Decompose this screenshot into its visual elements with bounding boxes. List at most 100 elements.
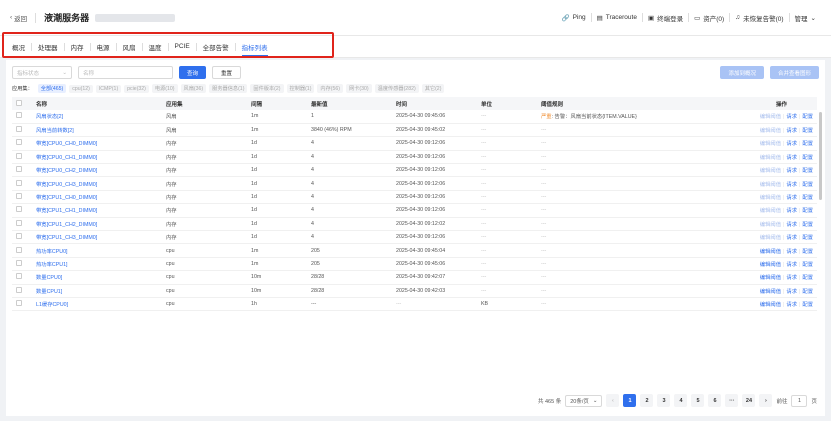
edit-threshold-link[interactable]: 编辑阈值: [760, 249, 781, 255]
edit-threshold-link[interactable]: 编辑阈值: [760, 262, 781, 268]
row-checkbox[interactable]: [16, 112, 22, 119]
metric-name[interactable]: 带宽[CPU1_CH3_DIMM0]: [32, 230, 162, 245]
ping-button[interactable]: 🔗 Ping: [556, 14, 590, 22]
appset-chip[interactable]: pcie(32): [124, 84, 149, 93]
appset-chip[interactable]: 风扇(36): [180, 84, 207, 93]
edit-threshold-link[interactable]: 编辑阈值: [760, 195, 781, 201]
admin-menu[interactable]: 管理 ⌄: [790, 13, 821, 23]
edit-threshold-link[interactable]: 编辑阈值: [760, 168, 781, 174]
appset-chip[interactable]: 服务器信息(1): [209, 84, 248, 93]
appset-chip[interactable]: 其它(2): [421, 84, 445, 93]
request-link[interactable]: 请求: [786, 249, 797, 255]
edit-threshold-link[interactable]: 编辑阈值: [760, 208, 781, 214]
next-page-button[interactable]: ›: [759, 394, 773, 407]
appset-chip[interactable]: 电源(10): [151, 84, 178, 93]
request-link[interactable]: 请求: [786, 155, 797, 161]
edit-threshold-link[interactable]: 编辑阈值: [760, 141, 781, 147]
traceroute-button[interactable]: ▤ Traceroute: [592, 14, 642, 22]
config-link[interactable]: 配置: [802, 168, 813, 174]
metric-name[interactable]: 带宽[CPU1_CH1_DIMM0]: [32, 203, 162, 218]
config-link[interactable]: 配置: [802, 195, 813, 201]
page-size-select[interactable]: 20条/页 ⌄: [565, 394, 603, 407]
request-link[interactable]: 请求: [786, 128, 797, 134]
appset-chip[interactable]: cpu(12): [69, 84, 93, 93]
config-link[interactable]: 配置: [802, 141, 813, 147]
metric-name[interactable]: 数量CPU0]: [32, 270, 162, 285]
page-button[interactable]: 6: [708, 394, 722, 407]
unresolved-alerts-button[interactable]: ♫ 未恢复告警(0): [730, 13, 788, 23]
row-checkbox[interactable]: [16, 273, 22, 280]
config-link[interactable]: 配置: [802, 235, 813, 241]
request-link[interactable]: 请求: [786, 222, 797, 228]
back-button[interactable]: ‹ 返回: [10, 13, 27, 23]
page-button[interactable]: 4: [674, 394, 688, 407]
config-link[interactable]: 配置: [802, 289, 813, 295]
config-link[interactable]: 配置: [802, 302, 813, 308]
metric-name[interactable]: 风扇当前转数[2]: [32, 123, 162, 138]
appset-chip[interactable]: ICMP(1): [95, 84, 122, 93]
add-overview-button[interactable]: 添加到概况: [720, 66, 764, 79]
appset-chip[interactable]: 内存(56): [317, 84, 344, 93]
name-input[interactable]: 名称: [78, 66, 173, 79]
request-link[interactable]: 请求: [786, 275, 797, 281]
request-link[interactable]: 请求: [786, 141, 797, 147]
page-button[interactable]: 2: [640, 394, 654, 407]
edit-threshold-link[interactable]: 编辑阈值: [760, 155, 781, 161]
edit-threshold-link[interactable]: 编辑阈值: [760, 182, 781, 188]
config-link[interactable]: 配置: [802, 249, 813, 255]
row-checkbox[interactable]: [16, 206, 22, 213]
request-link[interactable]: 请求: [786, 235, 797, 241]
metric-name[interactable]: 带宽[CPU1_CH0_DIMM0]: [32, 190, 162, 205]
row-checkbox[interactable]: [16, 300, 22, 307]
page-button[interactable]: 1: [623, 394, 637, 407]
config-link[interactable]: 配置: [802, 275, 813, 281]
config-link[interactable]: 配置: [802, 155, 813, 161]
row-checkbox[interactable]: [16, 152, 22, 159]
edit-threshold-link[interactable]: 编辑阈值: [760, 222, 781, 228]
metric-name[interactable]: 带宽[CPU0_CH1_DIMM0]: [32, 150, 162, 165]
row-checkbox[interactable]: [16, 126, 22, 133]
query-button[interactable]: 查询: [179, 66, 207, 79]
metric-name[interactable]: 带宽[CPU0_CH0_DIMM0]: [32, 136, 162, 151]
row-checkbox[interactable]: [16, 166, 22, 173]
edit-threshold-link[interactable]: 编辑阈值: [760, 114, 781, 120]
row-checkbox[interactable]: [16, 233, 22, 240]
metric-name[interactable]: 风扇状态[2]: [32, 110, 162, 124]
request-link[interactable]: 请求: [786, 114, 797, 120]
row-checkbox[interactable]: [16, 193, 22, 200]
config-link[interactable]: 配置: [802, 128, 813, 134]
request-link[interactable]: 请求: [786, 182, 797, 188]
appset-chip[interactable]: 温度传感器(282): [374, 84, 419, 93]
edit-threshold-link[interactable]: 编辑阈值: [760, 235, 781, 241]
appset-chip[interactable]: 控制器(1): [286, 84, 315, 93]
config-link[interactable]: 配置: [802, 222, 813, 228]
select-all-checkbox[interactable]: [16, 99, 22, 106]
row-checkbox[interactable]: [16, 246, 22, 253]
config-link[interactable]: 配置: [802, 208, 813, 214]
metric-name[interactable]: 热功率CPU0]: [32, 243, 162, 258]
appset-chip[interactable]: 全部(465): [37, 84, 67, 93]
metric-name[interactable]: 带宽[CPU0_CH3_DIMM0]: [32, 176, 162, 191]
config-link[interactable]: 配置: [802, 262, 813, 268]
row-checkbox[interactable]: [16, 286, 22, 293]
request-link[interactable]: 请求: [786, 262, 797, 268]
request-link[interactable]: 请求: [786, 289, 797, 295]
metric-name[interactable]: 数量CPU1]: [32, 284, 162, 298]
request-link[interactable]: 请求: [786, 168, 797, 174]
page-button[interactable]: ···: [725, 394, 739, 407]
row-checkbox[interactable]: [16, 259, 22, 266]
edit-threshold-link[interactable]: 编辑阈值: [760, 128, 781, 134]
metric-name[interactable]: 带宽[CPU0_CH2_DIMM0]: [32, 163, 162, 178]
reset-button[interactable]: 重置: [212, 66, 242, 79]
page-button[interactable]: 24: [742, 394, 756, 407]
row-checkbox[interactable]: [16, 139, 22, 146]
assets-button[interactable]: ▭ 资产(0): [689, 13, 729, 23]
edit-threshold-link[interactable]: 编辑阈值: [760, 302, 781, 308]
metric-name[interactable]: 带宽[CPU1_CH2_DIMM0]: [32, 217, 162, 232]
request-link[interactable]: 请求: [786, 302, 797, 308]
config-link[interactable]: 配置: [802, 182, 813, 188]
prev-page-button[interactable]: ‹: [606, 394, 620, 407]
merge-chart-button[interactable]: 合并查看图形: [769, 66, 819, 79]
appset-chip[interactable]: 固件版本(2): [250, 84, 284, 93]
page-button[interactable]: 5: [691, 394, 705, 407]
